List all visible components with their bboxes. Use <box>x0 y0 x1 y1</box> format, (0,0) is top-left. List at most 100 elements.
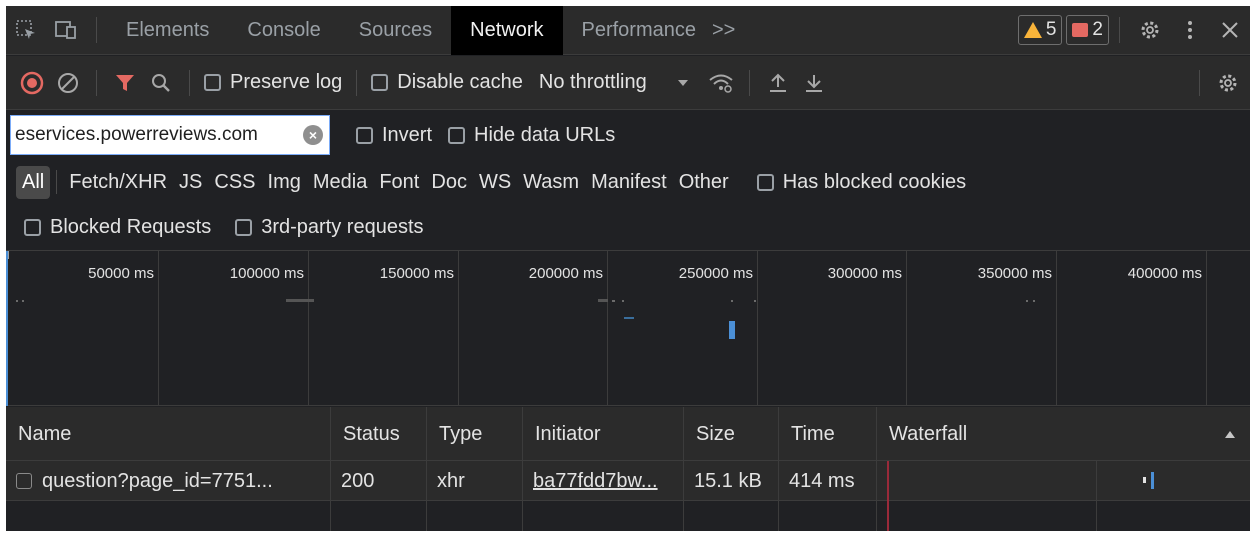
close-icon[interactable] <box>1210 6 1250 55</box>
overview-request-mark <box>622 300 624 302</box>
empty-cell <box>779 501 877 531</box>
warnings-badge[interactable]: 5 <box>1017 15 1063 45</box>
gridline <box>1056 251 1057 406</box>
type-filter-all[interactable]: All <box>16 165 51 199</box>
errors-count: 2 <box>1092 19 1103 40</box>
import-har-upload-icon[interactable] <box>760 63 796 103</box>
divider <box>356 69 358 96</box>
cell-type: xhr <box>427 461 523 501</box>
tab-performance[interactable]: Performance <box>563 6 705 55</box>
empty-cell <box>331 501 427 531</box>
checkbox-box[interactable] <box>371 74 389 91</box>
empty-cell <box>427 501 523 531</box>
gridline <box>458 251 459 406</box>
cell-size: 15.1 kB <box>684 461 779 501</box>
search-icon[interactable] <box>143 63 179 103</box>
gridline <box>1096 461 1097 501</box>
tab-console[interactable]: Console <box>228 6 339 55</box>
filter-input[interactable]: eservices.powerreviews.com × <box>10 115 330 155</box>
blocked-requests-label: Blocked Requests <box>50 216 212 238</box>
more-options-icon[interactable] <box>1170 6 1210 55</box>
empty-cell <box>523 501 684 531</box>
type-filter-doc[interactable]: Doc <box>425 166 473 199</box>
cell-initiator: ba77fdd7bw... <box>523 461 684 501</box>
preserve-log-checkbox[interactable]: Preserve log <box>200 71 346 94</box>
has-blocked-cookies-checkbox[interactable]: Has blocked cookies <box>753 171 970 194</box>
empty-cell <box>684 501 779 531</box>
type-filter-media[interactable]: Media <box>307 166 373 199</box>
record-stop-icon[interactable] <box>14 63 50 103</box>
overview-request-mark <box>598 299 608 302</box>
filter-funnel-icon[interactable] <box>107 63 143 103</box>
divider <box>96 17 97 43</box>
requests-table: Name Status Type Initiator Size Time Wat… <box>6 407 1250 531</box>
tab-network[interactable]: Network <box>451 6 563 55</box>
tab-sources[interactable]: Sources <box>340 6 451 55</box>
overview-request-mark <box>612 300 615 302</box>
tab-elements[interactable]: Elements <box>107 6 228 55</box>
column-header-time[interactable]: Time <box>779 407 877 461</box>
filter-bar: eservices.powerreviews.com × Invert Hide… <box>6 111 1250 159</box>
throttling-select[interactable]: No throttling <box>535 71 693 94</box>
checkbox-box[interactable] <box>448 126 466 144</box>
initiator-link[interactable]: ba77fdd7bw... <box>533 470 658 493</box>
more-tabs-button[interactable]: >> <box>704 6 754 55</box>
inspect-element-icon[interactable] <box>6 6 46 55</box>
network-conditions-wifi-icon[interactable] <box>703 63 739 103</box>
divider <box>56 170 58 194</box>
disable-cache-checkbox[interactable]: Disable cache <box>367 71 527 94</box>
divider <box>1119 17 1120 43</box>
checkbox-box[interactable] <box>235 219 253 236</box>
export-har-download-icon[interactable] <box>796 63 832 103</box>
column-header-type[interactable]: Type <box>427 407 523 461</box>
overview-tick-label: 150000 ms <box>379 265 454 282</box>
checkbox-box[interactable] <box>756 173 774 191</box>
type-filter-font[interactable]: Font <box>373 166 425 199</box>
hide-data-urls-checkbox[interactable]: Hide data URLs <box>444 124 619 147</box>
column-header-waterfall[interactable]: Waterfall <box>877 407 1250 461</box>
column-header-initiator[interactable]: Initiator <box>523 407 684 461</box>
network-overview-timeline[interactable]: 50000 ms 100000 ms 150000 ms 200000 ms 2… <box>6 251 1250 406</box>
column-header-size[interactable]: Size <box>684 407 779 461</box>
divider <box>1199 69 1200 96</box>
overview-tick-label: 100000 ms <box>229 265 304 282</box>
checkbox-box[interactable] <box>24 219 41 236</box>
cell-time: 414 ms <box>779 461 877 501</box>
checkbox-box[interactable] <box>204 74 221 91</box>
overview-tick-label: 250000 ms <box>678 265 753 282</box>
type-filter-wasm[interactable]: Wasm <box>517 166 585 199</box>
gridline <box>308 251 309 406</box>
load-event-line <box>887 501 889 531</box>
type-filter-manifest[interactable]: Manifest <box>585 166 673 199</box>
third-party-requests-checkbox[interactable]: 3rd-party requests <box>231 216 427 239</box>
settings-gear-icon[interactable] <box>1130 6 1170 55</box>
overview-request-mark <box>754 300 756 302</box>
waterfall-download-bar <box>1151 472 1154 489</box>
type-filter-img[interactable]: Img <box>262 166 307 199</box>
divider <box>189 69 190 96</box>
has-blocked-cookies-label: Has blocked cookies <box>782 170 967 193</box>
type-filter-js[interactable]: JS <box>173 166 208 199</box>
network-settings-gear-icon[interactable] <box>1210 63 1246 103</box>
type-filter-ws[interactable]: WS <box>473 166 517 199</box>
blocked-requests-bar: Blocked Requests 3rd-party requests <box>6 205 1250 251</box>
column-header-name[interactable]: Name <box>6 407 331 461</box>
clear-log-icon[interactable] <box>50 63 86 103</box>
invert-checkbox[interactable]: Invert <box>352 124 436 147</box>
xhr-file-icon <box>16 473 32 489</box>
table-row[interactable]: question?page_id=7751... 200 xhr ba77fdd… <box>6 461 1250 501</box>
clear-filter-icon[interactable]: × <box>303 125 323 145</box>
checkbox-box[interactable] <box>356 126 373 144</box>
gridline <box>1096 501 1097 531</box>
type-filter-other[interactable]: Other <box>673 166 735 199</box>
divider <box>748 69 750 96</box>
column-header-status[interactable]: Status <box>331 407 427 461</box>
type-filter-css[interactable]: CSS <box>208 166 261 199</box>
gridline <box>1206 251 1207 406</box>
blocked-requests-checkbox[interactable]: Blocked Requests <box>20 216 215 239</box>
dropdown-arrow-icon <box>677 79 688 86</box>
errors-badge[interactable]: 2 <box>1066 15 1109 45</box>
type-filter-fetch-xhr[interactable]: Fetch/XHR <box>63 166 173 199</box>
empty-cell <box>6 501 331 531</box>
device-toolbar-icon[interactable] <box>46 6 86 55</box>
